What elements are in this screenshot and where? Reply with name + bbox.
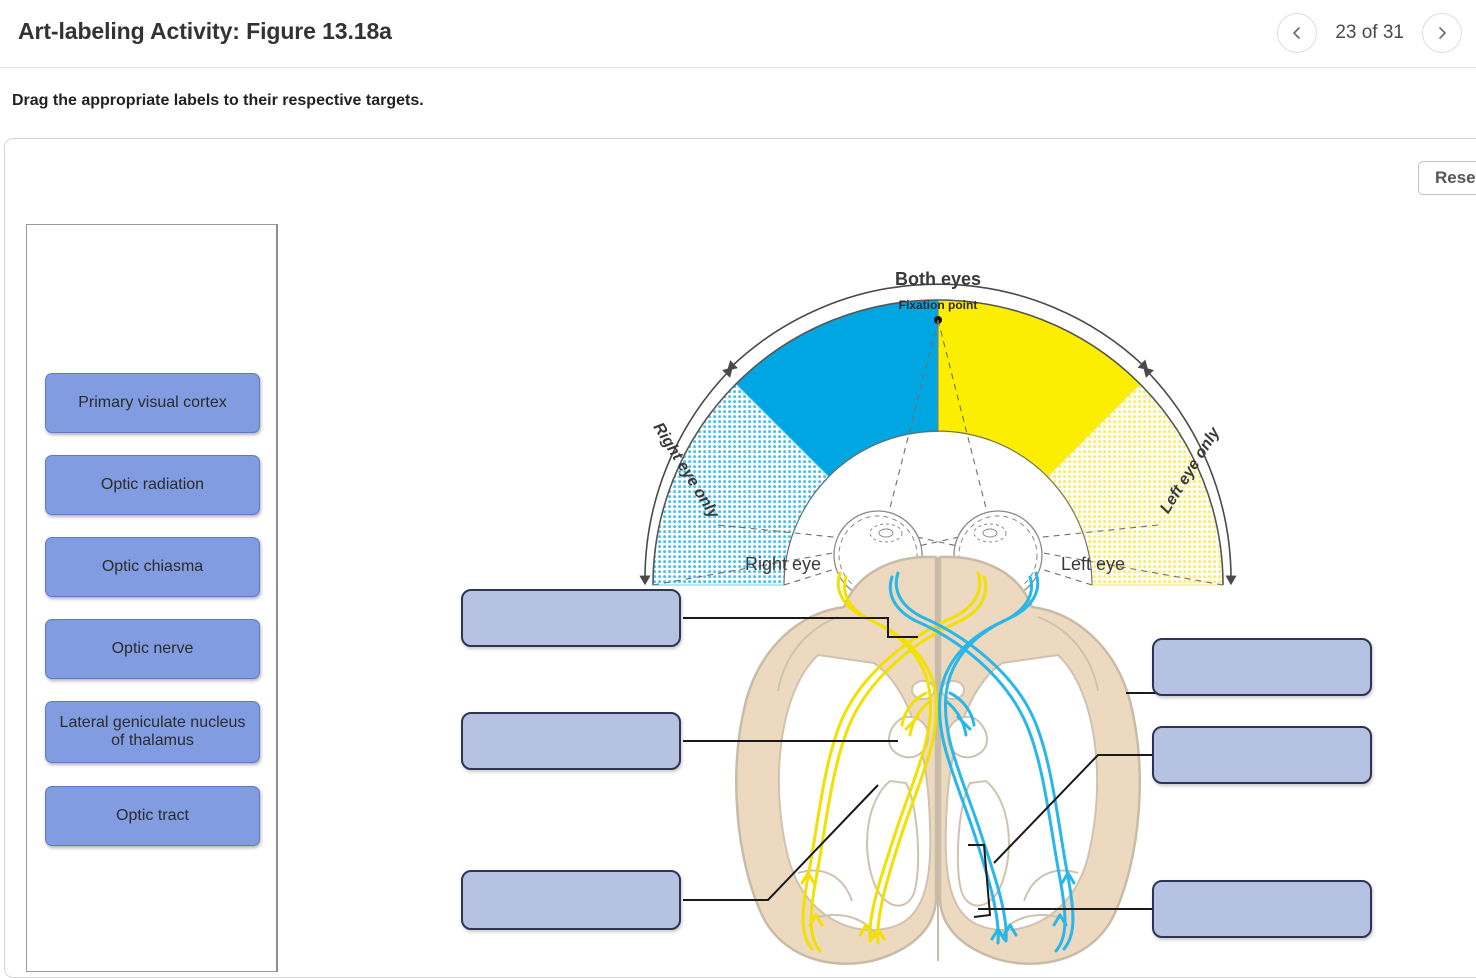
visual-pathway-diagram: Both eyes Fixation point Right eye only … [639,269,1237,966]
drag-label-3[interactable]: Optic nerve [45,619,260,679]
drop-target-left-3[interactable] [461,870,681,930]
page-title: Art-labeling Activity: Figure 13.18a [18,18,392,44]
drop-target-right-2[interactable] [1152,726,1372,784]
label-bank-list: Primary visual cortex Optic radiation Opti… [27,225,277,971]
drag-label-2[interactable]: Optic chiasma [45,537,260,597]
reset-button[interactable]: Reset [1418,161,1476,195]
chevron-left-icon [1289,25,1305,41]
chevron-right-icon [1434,25,1450,41]
drop-target-right-1[interactable] [1152,638,1372,696]
previous-page-button[interactable] [1277,13,1318,53]
anatomy-figure: Both eyes Fixation point Right eye only … [278,225,1476,972]
label-both-eyes: Both eyes [895,269,981,289]
drop-target-left-1[interactable] [461,589,681,647]
next-page-button[interactable] [1422,13,1462,53]
page-indicator: 23 of 31 [1335,22,1404,43]
page-header: Art-labeling Activity: Figure 13.18a 23 … [0,0,1476,68]
drop-target-right-3[interactable] [1152,880,1372,938]
drag-label-4[interactable]: Lateral geniculate nucleus of thalamus [45,701,260,763]
brain-section [735,555,1141,966]
drag-label-1[interactable]: Optic radiation [45,455,260,515]
visual-field-arc [652,299,1224,586]
drop-target-left-2[interactable] [461,712,681,770]
drag-label-0[interactable]: Primary visual cortex [45,373,260,433]
label-right-eye: Right eye [745,554,821,574]
label-left-eye: Left eye [1061,554,1125,574]
drag-label-5[interactable]: Optic tract [45,786,260,846]
pagination: 23 of 31 [1277,6,1462,60]
instruction-text: Drag the appropriate labels to their res… [12,92,424,109]
label-bank: Primary visual cortex Optic radiation Opti… [26,224,277,972]
label-fixation-point: Fixation point [899,298,978,312]
